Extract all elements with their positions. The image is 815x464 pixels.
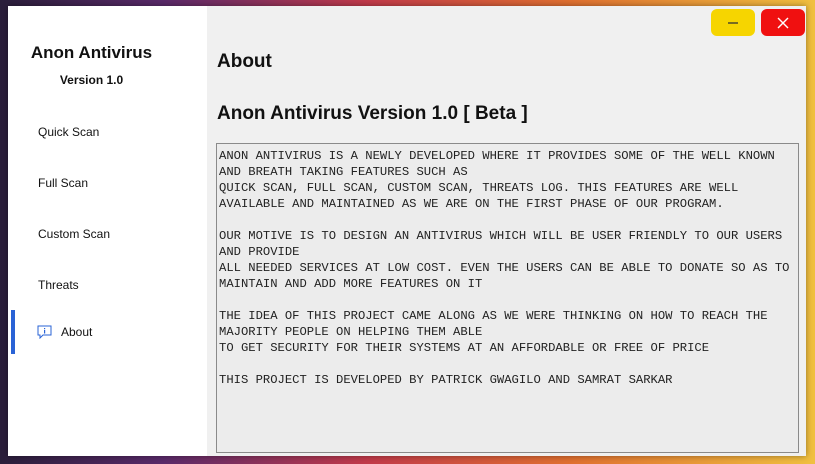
nav-item-label: Quick Scan: [38, 125, 100, 139]
close-button[interactable]: [761, 9, 805, 36]
app-title: Anon Antivirus: [30, 43, 153, 62]
nav-item-label: Threats: [38, 278, 79, 292]
about-paragraph: ANON ANTIVIRUS IS A NEWLY DEVELOPED WHER…: [219, 149, 775, 211]
about-paragraph: THIS PROJECT IS DEVELOPED BY PATRICK GWA…: [219, 373, 673, 387]
active-indicator: [11, 310, 15, 354]
minimize-button[interactable]: [711, 9, 755, 36]
nav-item-about[interactable]: About: [8, 310, 207, 354]
nav-item-label: About: [61, 325, 93, 339]
nav-item-full-scan[interactable]: Full Scan: [8, 161, 207, 205]
app-window: Anon Antivirus Version 1.0 Quick Scan Fu…: [8, 6, 806, 456]
nav-item-label: Custom Scan: [38, 227, 111, 241]
nav-item-custom-scan[interactable]: Custom Scan: [8, 212, 207, 256]
nav-item-threats[interactable]: Threats: [8, 263, 207, 307]
main-content: About Anon Antivirus Version 1.0 [ Beta …: [207, 6, 806, 456]
page-title: About: [217, 51, 272, 72]
nav-item-label: Full Scan: [38, 176, 89, 190]
sidebar: Anon Antivirus Version 1.0 Quick Scan Fu…: [8, 6, 207, 456]
minimize-icon: [728, 22, 738, 24]
about-heading: Anon Antivirus Version 1.0 [ Beta ]: [217, 103, 528, 124]
about-paragraph: THE IDEA OF THIS PROJECT CAME ALONG AS W…: [219, 309, 768, 355]
about-paragraph: OUR MOTIVE IS TO DESIGN AN ANTIVIRUS WHI…: [219, 229, 790, 291]
info-icon: [37, 325, 52, 340]
nav-item-quick-scan[interactable]: Quick Scan: [8, 110, 207, 154]
close-icon: [777, 17, 789, 29]
about-textbox[interactable]: ANON ANTIVIRUS IS A NEWLY DEVELOPED WHER…: [216, 143, 799, 453]
app-version: Version 1.0: [59, 73, 124, 87]
